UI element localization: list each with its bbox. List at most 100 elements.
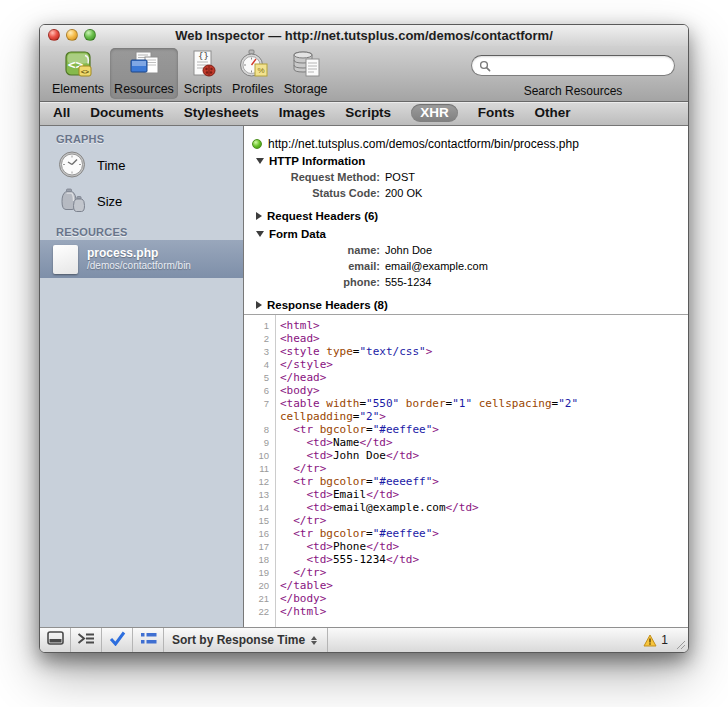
line-content: </tr>: [275, 462, 326, 475]
filter-tab-stylesheets[interactable]: Stylesheets: [184, 106, 259, 120]
header-field-row: Request Method: POST: [244, 169, 688, 185]
filter-bar: All Documents Stylesheets Images Scripts XHR F…: [40, 102, 688, 126]
header-field-row: phone:555-1234: [244, 274, 688, 290]
toolbar-button-label: Storage: [284, 82, 328, 96]
toolbar-button-scripts[interactable]: {} Scripts: [180, 48, 226, 99]
minimize-button[interactable]: [66, 29, 78, 41]
section-title: Request Headers (6): [267, 210, 378, 222]
line-content: </table>: [275, 579, 333, 592]
line-content: <tr bgcolor="#eeffee">: [275, 527, 439, 540]
toolbar-button-label: Scripts: [184, 82, 222, 96]
sidebar: GRAPHS Time Size RESOURCES process.php/d…: [40, 126, 244, 627]
sidebar-item-time[interactable]: Time: [40, 147, 243, 183]
source-code-line: cellpadding="2">: [244, 410, 688, 423]
section-title: Response Headers (8): [267, 299, 388, 311]
sidebar-item-label: Size: [97, 194, 122, 209]
line-number: 14: [244, 501, 275, 514]
source-code-line: 22</html>: [244, 605, 688, 618]
filter-tab-fonts[interactable]: Fonts: [478, 106, 515, 120]
line-content: <body>: [275, 384, 320, 397]
line-content: <td>555-1234</td>: [275, 553, 419, 566]
section-header-response-headers-[interactable]: Response Headers (8): [256, 297, 688, 313]
list-icon: [140, 631, 157, 649]
line-number: 6: [244, 384, 275, 397]
section-header-http-information[interactable]: HTTP Information: [256, 153, 688, 169]
graphs-section-label: GRAPHS: [56, 133, 243, 145]
svg-text:{}: {}: [198, 51, 209, 61]
titlebar[interactable]: Web Inspector — http://net.tutsplus.com/…: [40, 25, 688, 46]
statusbar-button-list[interactable]: [133, 628, 164, 652]
filter-tab-documents[interactable]: Documents: [90, 106, 164, 120]
section-header-form-data[interactable]: Form Data: [256, 226, 688, 242]
line-number: 9: [244, 436, 275, 449]
source-code-line: 19 </tr>: [244, 566, 688, 579]
line-number: 8: [244, 423, 275, 436]
sort-arrows-icon: [311, 636, 317, 645]
section-title: Form Data: [269, 228, 326, 240]
svg-text:%: %: [257, 66, 264, 75]
source-code-line: 4</style>: [244, 358, 688, 371]
toolbar-button-elements[interactable]: <> <> Elements: [48, 48, 108, 99]
sidebar-item-size[interactable]: Size: [40, 183, 243, 219]
line-number: 16: [244, 527, 275, 540]
statusbar-button-dock[interactable]: [40, 628, 71, 652]
line-number: 11: [244, 462, 275, 475]
gutter-divider: [275, 315, 276, 627]
sort-label: Sort by Response Time: [172, 633, 305, 647]
search-input[interactable]: [471, 55, 675, 76]
warning-icon[interactable]: [643, 634, 657, 647]
resources-icon: [128, 49, 160, 81]
header-field-row: Status Code:200 OK: [244, 185, 688, 201]
toolbar-button-profiles[interactable]: % Profiles: [228, 48, 278, 99]
search-area: Search Resources: [471, 55, 675, 98]
main-panel: http://net.tutsplus.com/demos/contactfor…: [244, 126, 688, 627]
disclosure-open-icon: [256, 158, 264, 164]
source-code-line: 10 <td>John Doe</td>: [244, 449, 688, 462]
source-code-line: 20</table>: [244, 579, 688, 592]
toolbar-items: <> <> Elements Resources {} Scripts: [48, 48, 334, 99]
status-dot-icon: [252, 139, 262, 149]
filter-tab-scripts[interactable]: Scripts: [345, 106, 391, 120]
source-code-line: 8 <tr bgcolor="#eeffee">: [244, 423, 688, 436]
line-content: <td>John Doe</td>: [275, 449, 419, 462]
resize-grip[interactable]: [673, 637, 686, 650]
field-key: Request Method:: [244, 171, 380, 183]
size-icon: [57, 186, 87, 216]
line-content: <tr bgcolor="#eeffee">: [275, 423, 439, 436]
line-content: cellpadding="2">: [275, 410, 386, 423]
toolbar-button-label: Profiles: [232, 82, 274, 96]
close-button[interactable]: [48, 29, 60, 41]
statusbar-button-console[interactable]: [71, 628, 102, 652]
toolbar-button-resources[interactable]: Resources: [110, 48, 178, 99]
request-url-row: http://net.tutsplus.com/demos/contactfor…: [252, 137, 688, 151]
line-number: 20: [244, 579, 275, 592]
disclosure-open-icon: [256, 231, 264, 237]
statusbar-button-check[interactable]: [102, 628, 133, 652]
resource-name: process.php: [87, 246, 191, 260]
check-icon: [109, 631, 126, 650]
resource-path: /demos/contactform/bin: [87, 260, 191, 272]
line-content: <html>: [275, 319, 320, 332]
toolbar: <> <> Elements Resources {} Scripts: [40, 46, 688, 102]
line-content: <td>email@example.com</td>: [275, 501, 479, 514]
sort-selector[interactable]: Sort by Response Time: [164, 628, 328, 652]
line-number: 1: [244, 319, 275, 332]
filter-tab-xhr[interactable]: XHR: [411, 104, 458, 122]
field-value: POST: [385, 171, 415, 183]
zoom-button[interactable]: [84, 29, 96, 41]
header-field-row: email:email@example.com: [244, 258, 688, 274]
console-icon: [77, 631, 95, 649]
filter-tab-images[interactable]: Images: [279, 106, 326, 120]
source-code-line: 12 <tr bgcolor="#eeeeff">: [244, 475, 688, 488]
toolbar-button-storage[interactable]: Storage: [280, 48, 332, 99]
line-content: <table width="550" border="1" cellspacin…: [275, 397, 578, 410]
source-code-line: 14 <td>email@example.com</td>: [244, 501, 688, 514]
disclosure-closed-icon: [256, 301, 262, 309]
filter-tab-all[interactable]: All: [53, 106, 70, 120]
filter-tab-other[interactable]: Other: [534, 106, 570, 120]
source-code-line: 6<body>: [244, 384, 688, 397]
line-number: 10: [244, 449, 275, 462]
resource-item-process.php[interactable]: process.php/demos/contactform/bin: [40, 240, 243, 278]
warning-count: 1: [661, 633, 668, 647]
section-header-request-headers-[interactable]: Request Headers (6): [256, 208, 688, 224]
